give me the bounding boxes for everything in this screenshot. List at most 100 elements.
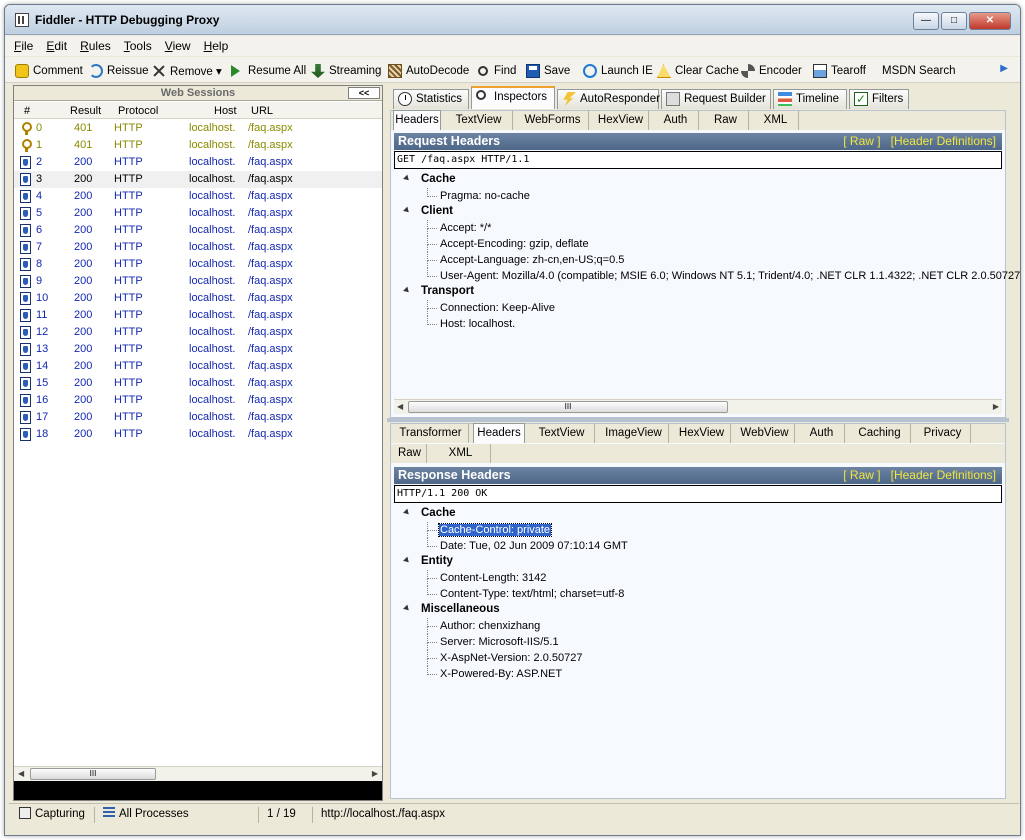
find-button[interactable]: Find xyxy=(478,62,516,80)
table-row[interactable]: 17 200 HTTP localhost. /faq.aspx xyxy=(14,409,382,426)
table-row[interactable]: 10 200 HTTP localhost. /faq.aspx xyxy=(14,290,382,307)
header-item[interactable]: Accept: */* xyxy=(399,220,999,236)
expand-triangle-icon[interactable] xyxy=(403,206,411,215)
scroll-thumb[interactable]: III xyxy=(30,768,156,780)
menu-rules[interactable]: Rules xyxy=(71,36,115,53)
header-item[interactable]: X-AspNet-Version: 2.0.50727 xyxy=(399,650,999,666)
response-header-definitions-link[interactable]: [Header Definitions] xyxy=(891,468,996,482)
header-item[interactable]: Cache-Control: private xyxy=(399,522,999,538)
tab-inspectors[interactable]: Inspectors xyxy=(471,86,555,109)
request-raw-link[interactable]: [ Raw ] xyxy=(843,134,880,148)
response-raw-link[interactable]: [ Raw ] xyxy=(843,468,880,482)
reissue-button[interactable]: Reissue xyxy=(89,62,149,80)
header-group[interactable]: Client xyxy=(399,204,999,220)
request-tab-headers[interactable]: Headers xyxy=(393,110,441,130)
response-tab-privacy[interactable]: Privacy xyxy=(915,424,971,443)
collapse-button[interactable]: << xyxy=(348,87,380,99)
header-group[interactable]: Transport xyxy=(399,284,999,300)
header-group[interactable]: Cache xyxy=(399,172,999,188)
header-item[interactable]: Pragma: no-cache xyxy=(399,188,999,204)
response-tab-transformer[interactable]: Transformer xyxy=(393,424,469,443)
request-tab-auth[interactable]: Auth xyxy=(653,111,699,130)
request-tab-xml[interactable]: XML xyxy=(753,111,799,130)
streaming-button[interactable]: Streaming xyxy=(311,62,381,80)
request-header-definitions-link[interactable]: [Header Definitions] xyxy=(891,134,996,148)
response-tab-raw[interactable]: Raw xyxy=(393,444,427,463)
table-row[interactable]: 14 200 HTTP localhost. /faq.aspx xyxy=(14,358,382,375)
resume-all-button[interactable]: Resume All xyxy=(231,62,306,80)
maximize-button[interactable]: □ xyxy=(941,12,967,30)
expand-triangle-icon[interactable] xyxy=(403,286,411,295)
header-item[interactable]: X-Powered-By: ASP.NET xyxy=(399,666,999,682)
expand-triangle-icon[interactable] xyxy=(403,604,411,613)
tab-autoresponder[interactable]: AutoResponder xyxy=(557,89,660,109)
response-tab-webview[interactable]: WebView xyxy=(735,424,795,443)
tab-timeline[interactable]: Timeline xyxy=(773,89,847,109)
menu-edit[interactable]: Edit xyxy=(37,36,71,53)
header-item[interactable]: Date: Tue, 02 Jun 2009 07:10:14 GMT xyxy=(399,538,999,554)
table-row[interactable]: 16 200 HTTP localhost. /faq.aspx xyxy=(14,392,382,409)
response-tab-textview[interactable]: TextView xyxy=(529,424,595,443)
expand-triangle-icon[interactable] xyxy=(403,174,411,183)
column-host[interactable]: Host xyxy=(214,105,237,117)
table-row[interactable]: 0 401 HTTP localhost. /faq.aspx xyxy=(14,120,382,137)
remove-button[interactable]: Remove ▾ xyxy=(152,62,222,80)
table-row[interactable]: 12 200 HTTP localhost. /faq.aspx xyxy=(14,324,382,341)
msdn-search-button[interactable]: MSDN Search xyxy=(882,62,956,80)
response-tab-auth[interactable]: Auth xyxy=(799,424,845,443)
request-first-line[interactable]: GET /faq.aspx HTTP/1.1 xyxy=(394,151,1002,169)
panel-splitter[interactable] xyxy=(387,418,1009,422)
table-row[interactable]: 18 200 HTTP localhost. /faq.aspx xyxy=(14,426,382,443)
menu-help[interactable]: Help xyxy=(195,36,233,53)
table-row[interactable]: 11 200 HTTP localhost. /faq.aspx xyxy=(14,307,382,324)
save-button[interactable]: Save xyxy=(526,62,570,80)
response-tab-headers[interactable]: Headers xyxy=(473,423,525,443)
menu-file[interactable]: File xyxy=(5,36,37,53)
table-row[interactable]: 9 200 HTTP localhost. /faq.aspx xyxy=(14,273,382,290)
expand-triangle-icon[interactable] xyxy=(403,508,411,517)
expand-triangle-icon[interactable] xyxy=(403,556,411,565)
table-row[interactable]: 5 200 HTTP localhost. /faq.aspx xyxy=(14,205,382,222)
header-item[interactable]: Content-Type: text/html; charset=utf-8 xyxy=(399,586,999,602)
request-tab-hexview[interactable]: HexView xyxy=(593,111,649,130)
table-row[interactable]: 7 200 HTTP localhost. /faq.aspx xyxy=(14,239,382,256)
header-item[interactable]: Content-Length: 3142 xyxy=(399,570,999,586)
header-item[interactable]: Accept-Encoding: gzip, deflate xyxy=(399,236,999,252)
column-result[interactable]: Result xyxy=(70,105,101,117)
close-button[interactable]: ✕ xyxy=(969,12,1011,30)
request-tab-webforms[interactable]: WebForms xyxy=(517,111,589,130)
column-protocol[interactable]: Protocol xyxy=(118,105,158,117)
table-row[interactable]: 4 200 HTTP localhost. /faq.aspx xyxy=(14,188,382,205)
autodecode-button[interactable]: AutoDecode xyxy=(388,62,469,80)
column-num[interactable]: # xyxy=(24,105,30,117)
table-row[interactable]: 6 200 HTTP localhost. /faq.aspx xyxy=(14,222,382,239)
header-item[interactable]: Server: Microsoft-IIS/5.1 xyxy=(399,634,999,650)
header-item[interactable]: Author: chenxizhang xyxy=(399,618,999,634)
header-group[interactable]: Miscellaneous xyxy=(399,602,999,618)
scroll-left-icon[interactable]: ◀ xyxy=(18,769,24,778)
column-url[interactable]: URL xyxy=(251,105,273,117)
capturing-indicator[interactable]: Capturing xyxy=(15,807,95,823)
table-row[interactable]: 15 200 HTTP localhost. /faq.aspx xyxy=(14,375,382,392)
header-item[interactable]: User-Agent: Mozilla/4.0 (compatible; MSI… xyxy=(399,268,1020,284)
request-horizontal-scrollbar[interactable]: ◀ III ▶ xyxy=(394,399,1002,414)
comment-button[interactable]: Comment xyxy=(15,62,83,80)
table-row[interactable]: 8 200 HTTP localhost. /faq.aspx xyxy=(14,256,382,273)
tab-filters[interactable]: Filters xyxy=(849,89,909,109)
sessions-horizontal-scrollbar[interactable]: ◀ III ▶ xyxy=(14,766,382,781)
request-tab-raw[interactable]: Raw xyxy=(703,111,749,130)
menu-view[interactable]: View xyxy=(156,36,195,53)
response-tab-imageview[interactable]: ImageView xyxy=(599,424,669,443)
request-scroll-right-icon[interactable]: ▶ xyxy=(993,402,999,411)
quickexec-box[interactable] xyxy=(14,781,382,800)
minimize-button[interactable]: — xyxy=(913,12,939,30)
table-row[interactable]: 3 200 HTTP localhost. /faq.aspx xyxy=(14,171,382,188)
clear-cache-button[interactable]: Clear Cache xyxy=(657,62,739,80)
request-scroll-left-icon[interactable]: ◀ xyxy=(397,402,403,411)
toolbar-overflow-icon[interactable]: ▶ xyxy=(1000,63,1008,74)
header-item[interactable]: Connection: Keep-Alive xyxy=(399,300,999,316)
request-scroll-thumb[interactable]: III xyxy=(408,401,728,413)
header-group[interactable]: Entity xyxy=(399,554,999,570)
table-row[interactable]: 13 200 HTTP localhost. /faq.aspx xyxy=(14,341,382,358)
header-group[interactable]: Cache xyxy=(399,506,999,522)
